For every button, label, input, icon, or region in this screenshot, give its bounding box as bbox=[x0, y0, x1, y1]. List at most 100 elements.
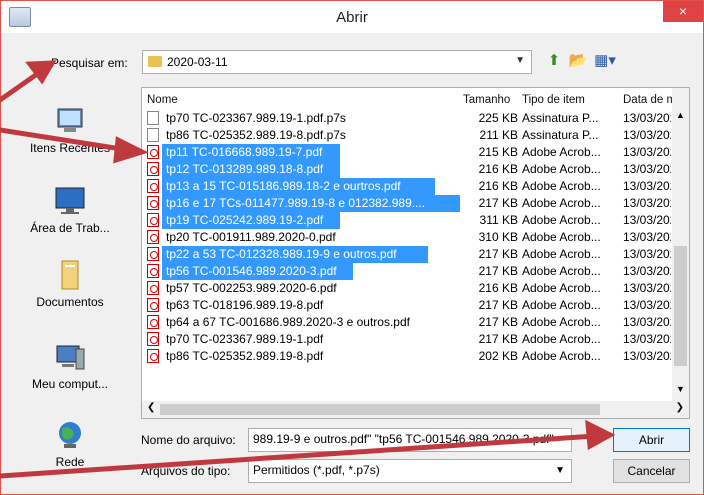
column-header-name[interactable]: Nome bbox=[147, 94, 178, 106]
file-row[interactable]: tp22 a 53 TC-012328.989.19-9 e outros.pd… bbox=[142, 246, 672, 263]
file-type: Adobe Acrob... bbox=[522, 162, 601, 176]
look-in-label: Pesquisar em: bbox=[51, 56, 128, 70]
dialog-title: Abrir bbox=[336, 9, 368, 26]
filename-label: Nome do arquivo: bbox=[141, 433, 236, 447]
pdf-file-icon bbox=[147, 315, 159, 329]
file-type: Adobe Acrob... bbox=[522, 213, 601, 227]
desktop-icon bbox=[55, 187, 85, 214]
file-date: 13/03/202( bbox=[623, 213, 671, 227]
file-size: 216 KB bbox=[478, 281, 518, 295]
column-header-size[interactable]: Tamanho bbox=[463, 94, 510, 106]
network-globe-icon bbox=[59, 422, 81, 448]
file-name: tp19 TC-025242.989.19-2.pdf bbox=[166, 213, 324, 227]
sidebar-item-computer[interactable]: Meu comput... bbox=[1, 341, 139, 391]
file-row[interactable]: tp11 TC-016668.989.19-7.pdf 215 KB Adobe A… bbox=[142, 144, 672, 161]
documents-icon bbox=[61, 260, 79, 290]
file-type: Adobe Acrob... bbox=[522, 281, 601, 295]
title-bar: Abrir × bbox=[1, 1, 703, 33]
file-name: tp64 a 67 TC-001686.989.2020-3 e outros.… bbox=[166, 315, 410, 329]
file-type: Adobe Acrob... bbox=[522, 349, 601, 363]
open-button[interactable]: Abrir bbox=[613, 428, 690, 452]
file-size: 216 KB bbox=[478, 162, 518, 176]
file-size: 217 KB bbox=[478, 196, 518, 210]
chevron-down-icon[interactable]: ▼ bbox=[555, 465, 565, 476]
file-name: tp56 TC-001546.989.2020-3.pdf bbox=[166, 264, 337, 278]
look-in-value: 2020-03-11 bbox=[167, 55, 228, 69]
file-type: Adobe Acrob... bbox=[522, 145, 601, 159]
file-list[interactable]: Nome Tamanho Tipo de item Data de mo tp7… bbox=[141, 87, 690, 419]
file-date: 13/03/202( bbox=[623, 230, 671, 244]
signature-file-icon bbox=[147, 128, 159, 142]
file-row[interactable]: tp56 TC-001546.989.2020-3.pdf 217 KB Adobe… bbox=[142, 263, 672, 280]
file-size: 217 KB bbox=[478, 332, 518, 346]
file-row[interactable]: tp64 a 67 TC-001686.989.2020-3 e outros.… bbox=[142, 314, 672, 331]
file-row[interactable]: tp86 TC-025352.989.19-8.pdf.p7s 211 KB Ass… bbox=[142, 127, 672, 144]
filetype-value: Permitidos (*.pdf, *.p7s) bbox=[253, 463, 380, 477]
filetype-select[interactable]: Permitidos (*.pdf, *.p7s) ▼ bbox=[248, 459, 572, 483]
file-row[interactable]: tp63 TC-018196.989.19-8.pdf 217 KB Adobe A… bbox=[142, 297, 672, 314]
scroll-right-icon[interactable]: ❯ bbox=[676, 402, 684, 413]
file-size: 202 KB bbox=[478, 349, 518, 363]
file-name: tp16 e 17 TCs-011477.989.19-8 e 012382.9… bbox=[166, 196, 426, 210]
file-type: Adobe Acrob... bbox=[522, 196, 601, 210]
scroll-down-icon[interactable]: ▼ bbox=[676, 384, 685, 394]
file-size: 216 KB bbox=[478, 179, 518, 193]
file-name: tp12 TC-013289.989.18-8.pdf bbox=[166, 162, 324, 176]
horizontal-scroll-thumb[interactable] bbox=[160, 404, 600, 415]
pdf-file-icon bbox=[147, 145, 159, 159]
pdf-file-icon bbox=[147, 332, 159, 346]
horizontal-scrollbar[interactable]: ❮ ❯ bbox=[142, 401, 689, 418]
file-date: 13/03/202( bbox=[623, 179, 671, 193]
sidebar-item-documents[interactable]: Documentos bbox=[1, 259, 139, 309]
pdf-file-icon bbox=[147, 213, 159, 227]
sidebar-item-network[interactable]: Rede bbox=[1, 419, 139, 469]
file-date: 13/03/202( bbox=[623, 298, 671, 312]
filename-input[interactable]: 989.19-9 e outros.pdf" "tp56 TC-001546.9… bbox=[248, 428, 572, 452]
file-name: tp13 a 15 TC-015186.989.18-2 e ourtros.p… bbox=[166, 179, 401, 193]
file-row[interactable]: tp12 TC-013289.989.18-8.pdf 216 KB Adobe A… bbox=[142, 161, 672, 178]
file-type: Adobe Acrob... bbox=[522, 315, 601, 329]
cancel-button[interactable]: Cancelar bbox=[613, 459, 690, 483]
file-size: 215 KB bbox=[478, 145, 518, 159]
scroll-up-icon[interactable]: ▲ bbox=[676, 110, 685, 120]
vertical-scrollbar[interactable]: ▲ ▼ bbox=[672, 88, 689, 402]
file-row[interactable]: tp70 TC-023367.989.19-1.pdf.p7s 225 KB Ass… bbox=[142, 110, 672, 127]
file-name: tp20 TC-001911.989.2020-0.pdf bbox=[166, 230, 336, 244]
sidebar-item-recent[interactable]: Itens Recentes bbox=[1, 105, 139, 155]
pdf-file-icon bbox=[147, 281, 159, 295]
sidebar-label-desktop: Área de Trab... bbox=[30, 221, 110, 235]
chevron-down-icon[interactable]: ▼ bbox=[515, 55, 525, 66]
folder-icon bbox=[148, 56, 162, 67]
view-menu-icon[interactable]: ▦▾ bbox=[592, 51, 618, 71]
sidebar-label-computer: Meu comput... bbox=[31, 377, 109, 391]
file-date: 13/03/202( bbox=[623, 145, 671, 159]
file-row[interactable]: tp57 TC-002253.989.2020-6.pdf 216 KB Adobe… bbox=[142, 280, 672, 297]
new-folder-icon[interactable]: 📂 bbox=[568, 51, 588, 71]
file-type: Adobe Acrob... bbox=[522, 179, 601, 193]
filetype-label: Arquivos do tipo: bbox=[141, 464, 231, 478]
file-name: tp86 TC-025352.989.19-8.pdf bbox=[166, 349, 324, 363]
file-size: 310 KB bbox=[478, 230, 518, 244]
file-size: 217 KB bbox=[478, 247, 518, 261]
file-size: 217 KB bbox=[478, 264, 518, 278]
open-dialog: Abrir × Pesquisar em: 2020-03-11 ▼ ⬆ 📂 ▦… bbox=[0, 0, 704, 495]
sidebar-item-desktop[interactable]: Área de Trab... bbox=[1, 185, 139, 235]
recent-items-icon bbox=[57, 108, 83, 132]
file-row[interactable]: tp86 TC-025352.989.19-8.pdf 202 KB Adobe A… bbox=[142, 348, 672, 365]
file-row[interactable]: tp19 TC-025242.989.19-2.pdf 311 KB Adobe A… bbox=[142, 212, 672, 229]
column-header-type[interactable]: Tipo de item bbox=[522, 94, 585, 106]
file-type: Adobe Acrob... bbox=[522, 247, 601, 261]
file-row[interactable]: tp13 a 15 TC-015186.989.18-2 e ourtros.p… bbox=[142, 178, 672, 195]
file-date: 13/03/202( bbox=[623, 247, 671, 261]
file-name: tp86 TC-025352.989.19-8.pdf.p7s bbox=[166, 128, 346, 142]
up-folder-icon[interactable]: ⬆ bbox=[544, 51, 564, 71]
close-button[interactable]: × bbox=[663, 1, 703, 22]
look-in-combo[interactable]: 2020-03-11 ▼ bbox=[142, 50, 532, 74]
vertical-scroll-thumb[interactable] bbox=[674, 246, 687, 366]
file-row[interactable]: tp20 TC-001911.989.2020-0.pdf 310 KB Adobe… bbox=[142, 229, 672, 246]
scroll-left-icon[interactable]: ❮ bbox=[147, 402, 155, 413]
file-date: 13/03/202( bbox=[623, 128, 671, 142]
file-row[interactable]: tp16 e 17 TCs-011477.989.19-8 e 012382.9… bbox=[142, 195, 672, 212]
file-type: Assinatura P... bbox=[522, 111, 599, 125]
file-row[interactable]: tp70 TC-023367.989.19-1.pdf 217 KB Adobe A… bbox=[142, 331, 672, 348]
